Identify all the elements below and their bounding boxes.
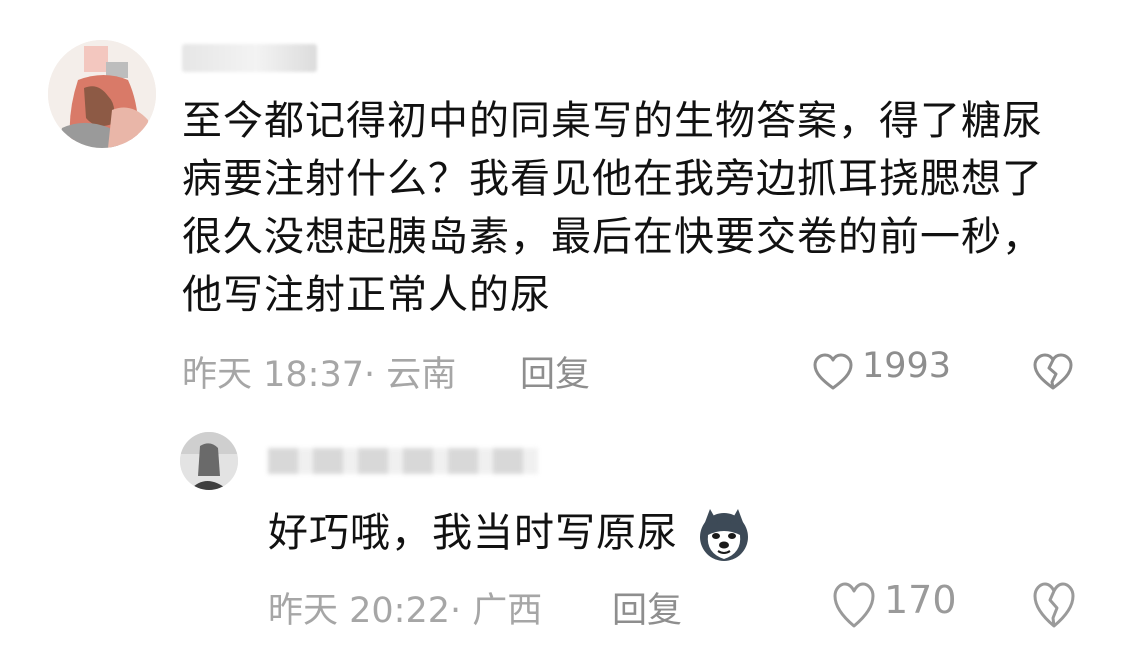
broken-heart-icon[interactable] <box>1032 580 1076 630</box>
like-count: 1993 <box>862 346 952 386</box>
reply-reply-button[interactable]: 回复 <box>612 582 682 633</box>
comment-timestamp-location: 昨天 18:37· 云南 <box>182 355 457 395</box>
reply-timestamp-location: 昨天 20:22· 广西 <box>268 591 543 631</box>
reply-button[interactable]: 回复 <box>520 346 590 397</box>
replier-username-redacted[interactable] <box>268 448 538 474</box>
comment-item: 至今都记得初中的同桌写的生物答案，得了糖尿病要注射什么？我看见他在我旁边抓耳挠腮… <box>0 0 1125 410</box>
husky-doge-emoji-icon <box>699 509 748 561</box>
heart-outline-icon[interactable] <box>832 580 876 630</box>
replier-avatar[interactable] <box>180 432 238 490</box>
comment-text: 至今都记得初中的同桌写的生物答案，得了糖尿病要注射什么？我看见他在我旁边抓耳挠腮… <box>182 98 1043 318</box>
reply-like-count: 170 <box>884 578 957 622</box>
commenter-username-redacted[interactable] <box>182 44 317 72</box>
reply-text-line: 好巧哦，我当时写原尿 <box>268 504 752 563</box>
commenter-avatar[interactable] <box>48 40 156 148</box>
broken-heart-icon[interactable] <box>1032 352 1074 392</box>
reply-text: 好巧哦，我当时写原尿 <box>268 510 678 556</box>
reply-item: 好巧哦，我当时写原尿 昨天 20:22· 广西 回复 170 <box>0 420 1125 653</box>
heart-outline-icon[interactable] <box>812 352 854 392</box>
